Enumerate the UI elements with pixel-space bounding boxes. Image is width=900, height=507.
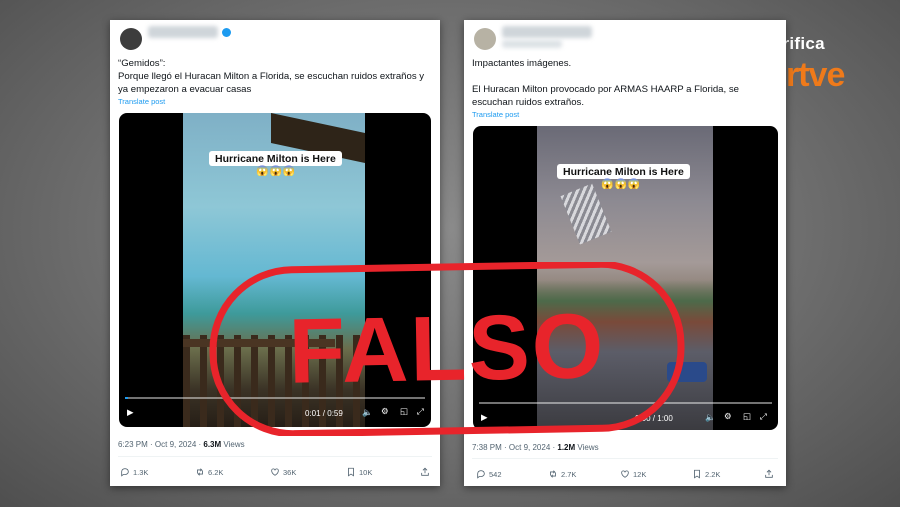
views-label: Views (575, 443, 599, 452)
video-player[interactable]: Hurricane Milton is Here 😱😱😱 ▶ 0:01 / 0:… (119, 113, 431, 427)
blurred-username[interactable] (502, 26, 592, 38)
bookmark-count: 2.2K (705, 469, 721, 479)
tweet-text-body: El Huracan Milton provocado por ARMAS HA… (472, 84, 739, 108)
like-count: 12K (633, 469, 647, 479)
bookmark-icon (694, 469, 700, 479)
timestamp-text: 6:23 PM · Oct 9, 2024 · (118, 440, 204, 449)
like-button[interactable]: 12K (620, 469, 646, 479)
volume-icon[interactable]: 🔈 (362, 407, 373, 418)
repost-count: 2.7K (561, 469, 577, 479)
reply-icon (477, 470, 485, 479)
views-label: Views (221, 440, 245, 449)
reply-button[interactable]: 1.3K (120, 467, 148, 477)
video-caption: Hurricane Milton is Here (209, 151, 342, 166)
video-caption-emoji: 😱😱😱 (256, 166, 297, 177)
tarp (667, 362, 707, 382)
repost-icon (197, 468, 203, 476)
reply-icon (121, 468, 129, 477)
video-progress-bar[interactable] (125, 397, 425, 399)
video-caption: Hurricane Milton is Here (557, 164, 690, 179)
rtve-logo: rtve (786, 56, 845, 94)
blurred-username[interactable] (148, 26, 218, 38)
share-icon (421, 467, 429, 476)
picture-in-picture-icon[interactable]: ◱ (743, 411, 751, 422)
verified-badge-icon (222, 28, 231, 37)
heart-icon (621, 470, 629, 478)
timestamp-text: 7:38 PM · Oct 9, 2024 · (472, 443, 558, 452)
tweet-timestamp[interactable]: 7:38 PM · Oct 9, 2024 · 1.2M Views (472, 443, 599, 452)
gear-icon[interactable]: ⚙ (381, 406, 389, 417)
video-caption-emoji: 😱😱😱 (601, 179, 642, 190)
view-count: 6.3M (203, 440, 222, 449)
video-progress-bar[interactable] (479, 402, 772, 404)
tweet-text-title: Impactantes imágenes. (472, 58, 572, 69)
bookmark-count: 10K (359, 467, 373, 477)
translate-post-link[interactable]: Translate post (118, 97, 165, 106)
picture-in-picture-icon[interactable]: ◱ (400, 406, 408, 417)
share-button[interactable] (420, 467, 430, 477)
view-count: 1.2M (557, 443, 576, 452)
reply-count: 1.3K (133, 467, 149, 477)
play-icon[interactable]: ▶ (481, 412, 488, 423)
bookmark-icon (348, 467, 354, 477)
blurred-handle[interactable] (502, 40, 562, 48)
tweet-timestamp[interactable]: 6:23 PM · Oct 9, 2024 · 6.3M Views (118, 440, 245, 449)
divider (472, 458, 778, 459)
fullscreen-icon[interactable]: ⤢ (417, 406, 424, 417)
buildings (537, 280, 713, 430)
tweet-card-1: “Gemidos”: Porque llegó el Huracan Milto… (110, 20, 440, 486)
video-progress-fill (125, 397, 128, 399)
repost-button[interactable]: 2.7K (548, 469, 576, 479)
reply-button[interactable]: 542 (476, 469, 502, 479)
gear-icon[interactable]: ⚙ (724, 411, 732, 422)
play-icon[interactable]: ▶ (127, 407, 134, 418)
fullscreen-icon[interactable]: ⤢ (760, 411, 767, 422)
bookmark-button[interactable]: 2.2K (692, 469, 720, 479)
flying-billboard (560, 183, 612, 245)
heart-icon (271, 468, 279, 476)
video-time: 0:00 / 1:00 (635, 414, 673, 423)
repost-button[interactable]: 6.2K (195, 467, 223, 477)
avatar[interactable] (474, 28, 496, 50)
translate-post-link[interactable]: Translate post (472, 110, 519, 119)
video-time: 0:01 / 0:59 (305, 409, 343, 418)
bookmark-button[interactable]: 10K (346, 467, 372, 477)
like-count: 36K (283, 467, 297, 477)
like-button[interactable]: 36K (270, 467, 296, 477)
volume-icon[interactable]: 🔈 (705, 412, 716, 423)
avatar[interactable] (120, 28, 142, 50)
tweet-text-body: Porque llegó el Huracan Milton a Florida… (118, 71, 425, 95)
repost-count: 6.2K (208, 467, 224, 477)
divider (118, 456, 432, 457)
video-player[interactable]: Hurricane Milton is Here 😱😱😱 ▶ 0:00 / 1:… (473, 126, 778, 430)
share-icon (765, 469, 773, 478)
tweet-card-2: Impactantes imágenes. El Huracan Milton … (464, 20, 786, 486)
balcony-rail-top (183, 339, 335, 347)
repost-icon (550, 470, 556, 478)
reply-count: 542 (489, 469, 502, 479)
tweet-text-title: “Gemidos”: (118, 58, 166, 69)
share-button[interactable] (764, 469, 774, 479)
